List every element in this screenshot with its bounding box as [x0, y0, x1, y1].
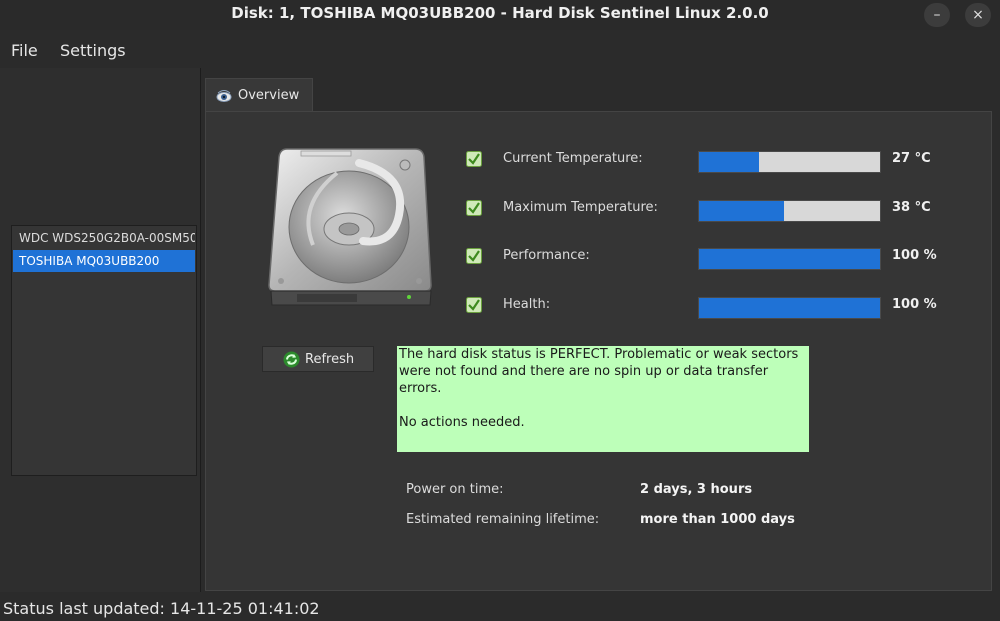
metric-label: Maximum Temperature:	[503, 200, 658, 215]
title-bar: Disk: 1, TOSHIBA MQ03UBB200 - Hard Disk …	[0, 0, 1000, 30]
refresh-label: Refresh	[305, 352, 355, 367]
menu-settings[interactable]: Settings	[60, 41, 126, 60]
hard-disk-icon	[268, 148, 432, 306]
tab-overview[interactable]: Overview	[205, 78, 313, 112]
close-button[interactable]: ×	[965, 3, 991, 27]
window-title: Disk: 1, TOSHIBA MQ03UBB200 - Hard Disk …	[231, 4, 769, 22]
metric-value: 100 %	[892, 297, 937, 312]
temperature-bar	[698, 151, 881, 173]
disk-item-wdc[interactable]: WDC WDS250G2B0A-00SM50	[13, 227, 195, 249]
status-bar: Status last updated: 14-11-25 01:41:02	[0, 596, 1000, 621]
max-temperature-bar	[698, 200, 881, 222]
performance-bar	[698, 248, 881, 270]
status-action: No actions needed.	[399, 415, 525, 430]
disk-list: WDC WDS250G2B0A-00SM50 TOSHIBA MQ03UBB20…	[11, 225, 197, 476]
menu-file[interactable]: File	[11, 41, 38, 60]
remaining-lifetime-value: more than 1000 days	[640, 512, 795, 527]
power-on-time-value: 2 days, 3 hours	[640, 482, 753, 497]
metric-value: 27 °C	[892, 151, 931, 166]
metric-label: Health:	[503, 297, 551, 312]
metric-value: 38 °C	[892, 200, 931, 215]
status-last-updated: Status last updated: 14-11-25 01:41:02	[3, 599, 320, 618]
refresh-icon	[283, 351, 300, 368]
remaining-lifetime-label: Estimated remaining lifetime:	[406, 512, 600, 527]
minimize-button[interactable]: –	[924, 3, 950, 27]
check-icon	[466, 151, 482, 167]
check-icon	[466, 248, 482, 264]
tab-overview-label: Overview	[238, 88, 300, 103]
eye-icon	[216, 90, 232, 102]
check-icon	[466, 297, 482, 313]
refresh-button[interactable]: Refresh	[262, 346, 374, 372]
health-bar	[698, 297, 881, 319]
status-text: The hard disk status is PERFECT. Problem…	[399, 347, 799, 396]
metric-label: Current Temperature:	[503, 151, 643, 166]
metric-value: 100 %	[892, 248, 937, 263]
disk-item-toshiba[interactable]: TOSHIBA MQ03UBB200	[13, 250, 195, 272]
metric-label: Performance:	[503, 248, 590, 263]
status-message: The hard disk status is PERFECT. Problem…	[397, 346, 809, 452]
check-icon	[466, 200, 482, 216]
menu-bar: File Settings	[0, 34, 1000, 66]
power-on-time-label: Power on time:	[406, 482, 504, 497]
